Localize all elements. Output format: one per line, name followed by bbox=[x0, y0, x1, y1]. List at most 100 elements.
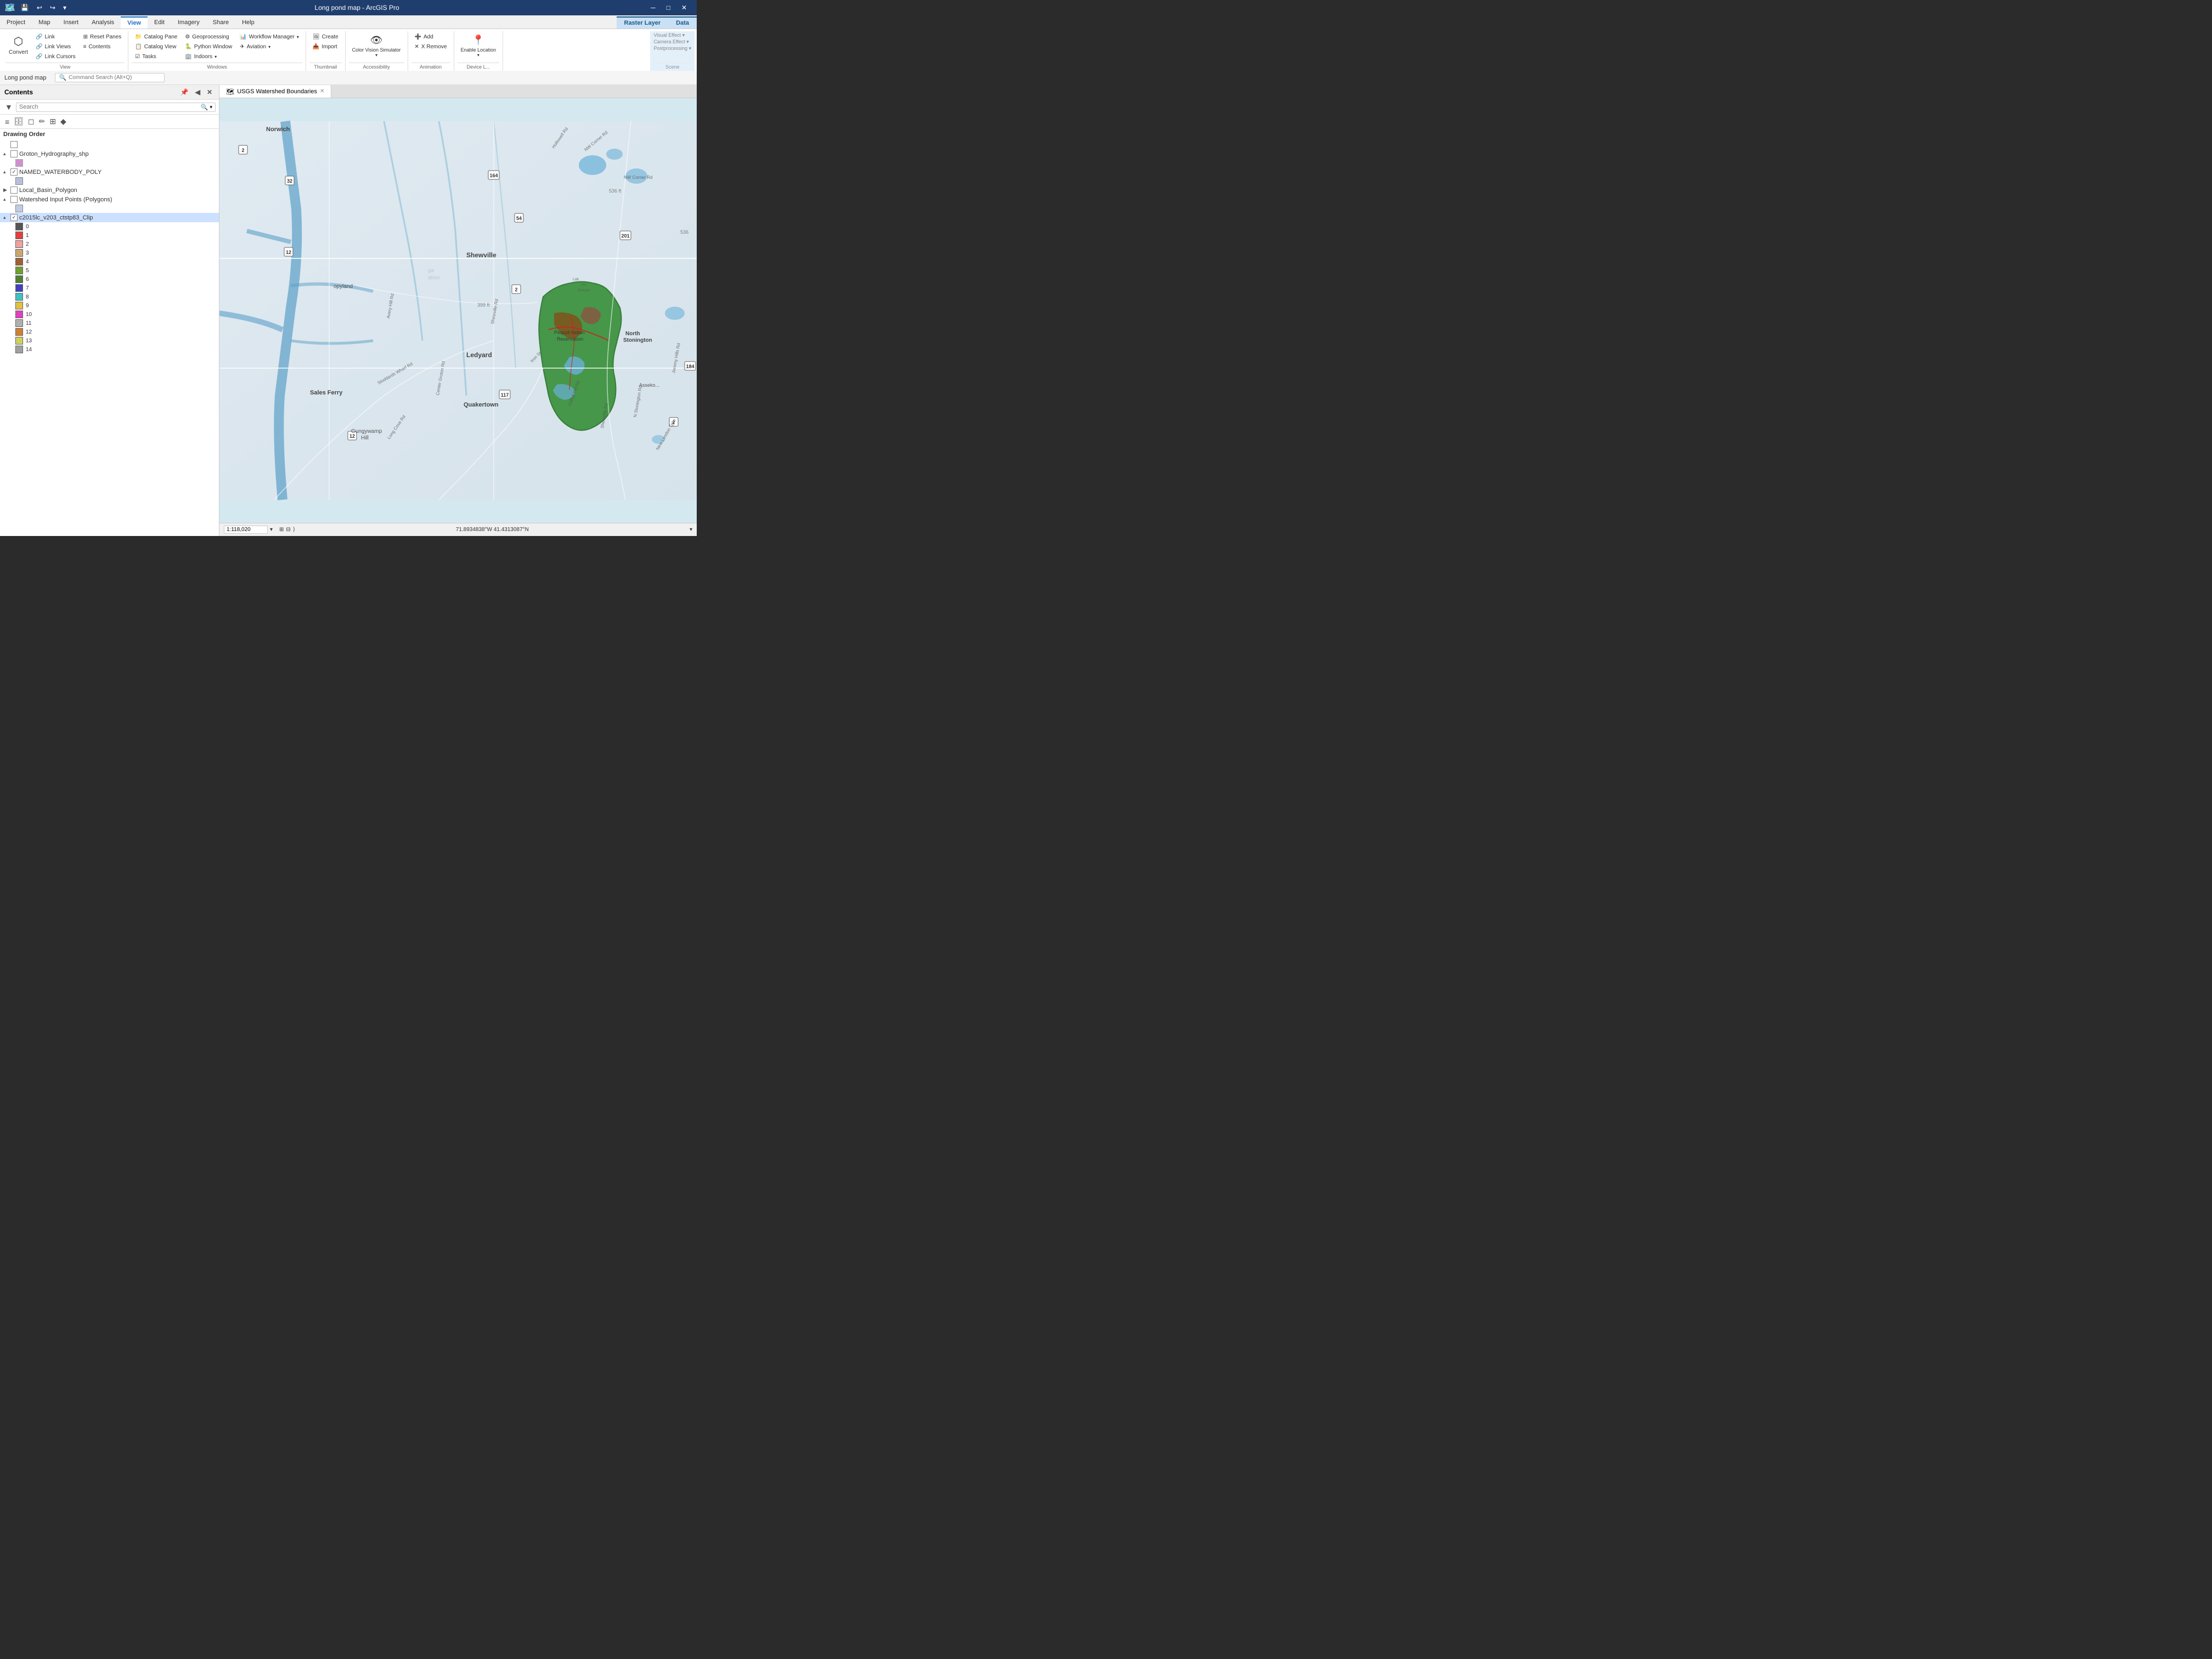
filter-icon[interactable]: ▼ bbox=[3, 101, 14, 112]
legend-swatch bbox=[15, 311, 23, 318]
reset-panes-icon: ⊞ bbox=[83, 34, 88, 40]
list-item[interactable]: ▶ Local_Basin_Polygon bbox=[0, 185, 219, 195]
list-by-snapping-icon[interactable]: ◆ bbox=[59, 116, 68, 127]
main-area: Contents 📌 ◀ ✕ ▼ 🔍 ▾ ≡ 🗄 ◻ ✏ ⊞ ◆ Drawing… bbox=[0, 85, 697, 536]
legend-row: 12 bbox=[0, 328, 219, 336]
contents-close-icon[interactable]: ✕ bbox=[205, 87, 215, 97]
win-minimize[interactable]: ─ bbox=[645, 3, 661, 13]
layer-checkbox-root[interactable] bbox=[10, 141, 18, 148]
svg-text:opyland: opyland bbox=[334, 284, 353, 290]
qat-save[interactable]: 💾 bbox=[19, 3, 31, 13]
command-search-box[interactable]: 🔍 bbox=[55, 73, 165, 82]
btn-link-cursors[interactable]: 🔗 Link Cursors bbox=[32, 52, 79, 61]
btn-catalog-pane[interactable]: 📁 Catalog Pane bbox=[132, 32, 180, 42]
list-by-selection-icon[interactable]: ◻ bbox=[26, 116, 36, 127]
map-tab-close[interactable]: ✕ bbox=[320, 88, 324, 94]
btn-enable-location[interactable]: 📍 Enable Location ▾ bbox=[458, 32, 500, 60]
win-restore[interactable]: □ bbox=[661, 3, 676, 13]
list-by-labeling-icon[interactable]: ⊞ bbox=[48, 116, 58, 127]
aviation-dropdown: ▾ bbox=[268, 44, 270, 49]
search-dropdown-icon[interactable]: ▾ bbox=[210, 104, 212, 110]
btn-link[interactable]: 🔗 Link bbox=[32, 32, 79, 42]
indoors-icon: 🏢 bbox=[185, 54, 191, 60]
tab-insert[interactable]: Insert bbox=[57, 16, 86, 29]
layer-checkbox-local-basin[interactable] bbox=[10, 187, 18, 194]
btn-import-thumbnail[interactable]: 📥 Import bbox=[309, 42, 342, 52]
scale-input[interactable] bbox=[224, 526, 268, 534]
ribbon: Project Map Insert Analysis View Edit Im… bbox=[0, 15, 697, 71]
btn-reset-panes[interactable]: ⊞ Reset Panes bbox=[80, 32, 125, 42]
list-by-drawing-order-icon[interactable]: ≡ bbox=[3, 116, 11, 127]
btn-link-views[interactable]: 🔗 Link Views bbox=[32, 42, 79, 52]
btn-python-window[interactable]: 🐍 Python Window bbox=[182, 42, 235, 52]
command-bar: Long pond map 🔍 bbox=[0, 71, 697, 85]
coordinate-expand-icon[interactable]: ▾ bbox=[690, 527, 692, 533]
command-search-icon: 🔍 bbox=[59, 74, 66, 81]
legend-row: 8 bbox=[0, 292, 219, 301]
legend-row: 2 bbox=[0, 240, 219, 249]
tasks-icon: ☑ bbox=[135, 54, 140, 60]
legend-label: 5 bbox=[26, 268, 29, 274]
svg-text:Stonington: Stonington bbox=[623, 337, 652, 343]
list-item[interactable]: ▴ Groton_Hydrography_shp bbox=[0, 149, 219, 159]
btn-indoors[interactable]: 🏢 Indoors ▾ bbox=[182, 52, 235, 61]
btn-create-thumbnail[interactable]: 🖼 Create bbox=[309, 32, 342, 42]
ribbon-group-view: ⬡ Convert 🔗 Link 🔗 Link Views 🔗 Link Cur… bbox=[2, 31, 128, 71]
win-close[interactable]: ✕ bbox=[676, 3, 692, 13]
tab-edit[interactable]: Edit bbox=[148, 16, 171, 29]
tab-raster-layer[interactable]: Raster Layer bbox=[617, 16, 669, 29]
tab-project[interactable]: Project bbox=[0, 16, 32, 29]
contents-collapse-icon[interactable]: ◀ bbox=[193, 87, 202, 97]
btn-aviation[interactable]: ✈ Aviation ▾ bbox=[236, 42, 302, 52]
contents-panel: Contents 📌 ◀ ✕ ▼ 🔍 ▾ ≡ 🗄 ◻ ✏ ⊞ ◆ Drawing… bbox=[0, 85, 219, 536]
tab-imagery[interactable]: Imagery bbox=[171, 16, 206, 29]
legend-label: 3 bbox=[26, 250, 29, 256]
nav-arrows-icon: ⟩ bbox=[293, 527, 295, 533]
map-tab-usgs[interactable]: 🗺 USGS Watershed Boundaries ✕ bbox=[219, 85, 331, 98]
list-item[interactable] bbox=[0, 140, 219, 149]
tab-map[interactable]: Map bbox=[32, 16, 57, 29]
group-label-windows: Windows bbox=[132, 63, 302, 70]
map-canvas[interactable]: 2 32 12 164 54 2 201 117 12 2 bbox=[219, 98, 697, 523]
legend-swatch-named-wb bbox=[15, 177, 23, 185]
legend-row: 14 bbox=[0, 345, 219, 354]
contents-pin-icon[interactable]: 📌 bbox=[178, 87, 191, 97]
tab-data[interactable]: Data bbox=[668, 16, 697, 29]
btn-catalog-view[interactable]: 📋 Catalog View bbox=[132, 42, 180, 52]
tab-analysis[interactable]: Analysis bbox=[85, 16, 121, 29]
tab-help[interactable]: Help bbox=[235, 16, 261, 29]
title-bar: 🗺️ 💾 ↩ ↪ ▾ Long pond map - ArcGIS Pro ─ … bbox=[0, 0, 697, 15]
app-title: Long pond map - ArcGIS Pro bbox=[72, 4, 642, 12]
map-tab-label: USGS Watershed Boundaries bbox=[237, 88, 317, 95]
btn-color-vision-simulator[interactable]: 👁 Color Vision Simulator ▾ bbox=[349, 32, 404, 60]
btn-remove-animation[interactable]: ✕ X Remove bbox=[411, 42, 450, 52]
layer-checkbox-c2015[interactable] bbox=[10, 214, 18, 221]
list-item[interactable]: ▴ NAMED_WATERBODY_POLY bbox=[0, 167, 219, 177]
legend-row: 11 bbox=[0, 319, 219, 328]
btn-geoprocessing[interactable]: ⚙ Geoprocessing bbox=[182, 32, 235, 42]
list-by-editing-icon[interactable]: ✏ bbox=[37, 116, 47, 127]
layer-checkbox-groton[interactable] bbox=[10, 150, 18, 157]
tab-share[interactable]: Share bbox=[206, 16, 235, 29]
command-search-input[interactable] bbox=[69, 75, 156, 81]
btn-contents[interactable]: ≡ Contents bbox=[80, 42, 125, 52]
list-item[interactable]: ▴ c2015lc_v203_ctstp83_Clip bbox=[0, 213, 219, 222]
scale-dropdown[interactable]: ▾ bbox=[270, 527, 273, 533]
contents-search-box[interactable]: 🔍 ▾ bbox=[16, 103, 216, 112]
layer-checkbox-watershed-pts[interactable] bbox=[10, 196, 18, 203]
btn-workflow-manager[interactable]: 📊 Workflow Manager ▾ bbox=[236, 32, 302, 42]
qat-undo[interactable]: ↩ bbox=[35, 3, 44, 13]
contents-search-input[interactable] bbox=[19, 104, 199, 110]
qat-redo[interactable]: ↪ bbox=[48, 3, 58, 13]
link-views-icon: 🔗 bbox=[36, 44, 42, 50]
tab-view[interactable]: View bbox=[121, 16, 148, 29]
list-by-data-source-icon[interactable]: 🗄 bbox=[12, 116, 25, 127]
legend-swatch bbox=[15, 284, 23, 292]
btn-tasks[interactable]: ☑ Tasks bbox=[132, 52, 180, 61]
legend-label: 2 bbox=[26, 241, 29, 247]
btn-add-animation[interactable]: ➕ Add bbox=[411, 32, 450, 42]
qat-customize[interactable]: ▾ bbox=[61, 3, 69, 13]
layer-checkbox-named-wb[interactable] bbox=[10, 168, 18, 176]
list-item[interactable]: ▴ Watershed Input Points (Polygons) bbox=[0, 195, 219, 204]
btn-convert[interactable]: ⬡ Convert bbox=[5, 32, 31, 58]
